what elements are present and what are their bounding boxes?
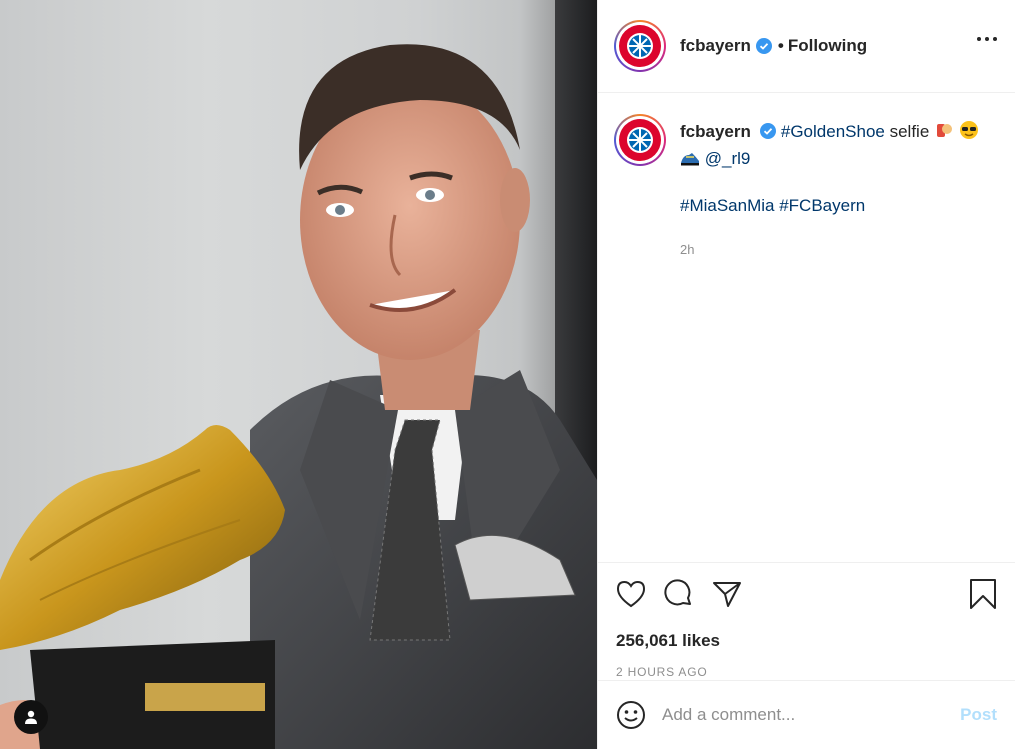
more-options-icon[interactable] — [977, 37, 997, 41]
comment-input[interactable] — [662, 705, 951, 725]
caption-text: fcbayern #GoldenShoe selfie @_rl9 #MiaSan… — [680, 120, 980, 262]
post-header: fcbayern • Following — [598, 0, 1015, 93]
person-icon — [25, 710, 37, 724]
verified-badge-icon — [759, 123, 776, 139]
header-username[interactable]: fcbayern — [680, 36, 751, 56]
tagged-people-button[interactable] — [14, 700, 48, 734]
post-photo[interactable] — [0, 0, 597, 749]
likes-count[interactable]: 256,061 likes — [616, 631, 997, 651]
caption-area: fcbayern #GoldenShoe selfie @_rl9 #MiaSan… — [598, 94, 1015, 562]
comment-bar: Post — [598, 680, 1015, 749]
caption-timestamp[interactable]: 2h — [680, 238, 980, 262]
separator-dot: • — [777, 36, 784, 55]
fc-bayern-logo-icon — [619, 25, 661, 67]
sunglasses-emoji-icon — [959, 120, 979, 147]
avatar[interactable] — [614, 20, 666, 72]
comment-bubble-icon[interactable] — [664, 579, 694, 609]
selfie-hand-emoji-icon — [934, 120, 954, 147]
save-bookmark-icon[interactable] — [969, 578, 997, 610]
emoji-picker-icon[interactable] — [616, 700, 646, 730]
trophy-plaque — [145, 683, 265, 711]
caption-username[interactable]: fcbayern — [680, 122, 751, 141]
verified-badge-icon — [755, 38, 772, 54]
action-bar — [616, 577, 997, 611]
caption-word-selfie: selfie — [884, 122, 930, 141]
following-button[interactable]: Following — [788, 36, 867, 56]
hashtag-goldenshoe[interactable]: #GoldenShoe — [781, 122, 885, 141]
fc-bayern-logo-icon — [619, 119, 661, 161]
mention-rl9[interactable]: @_rl9 — [705, 149, 751, 168]
like-heart-icon[interactable] — [616, 580, 646, 608]
post-panel: fcbayern • Following fcbayern #GoldenSho… — [597, 0, 1015, 749]
photo-illustration — [0, 44, 597, 749]
caption-avatar[interactable] — [614, 114, 666, 166]
boot-emoji-icon — [680, 150, 700, 174]
posted-time[interactable]: 2 HOURS AGO — [616, 665, 997, 679]
action-section: 256,061 likes 2 HOURS AGO — [598, 562, 1015, 679]
post-comment-button[interactable]: Post — [960, 705, 997, 725]
hashtags-line[interactable]: #MiaSanMia #FCBayern — [680, 194, 980, 218]
share-send-icon[interactable] — [712, 580, 742, 608]
